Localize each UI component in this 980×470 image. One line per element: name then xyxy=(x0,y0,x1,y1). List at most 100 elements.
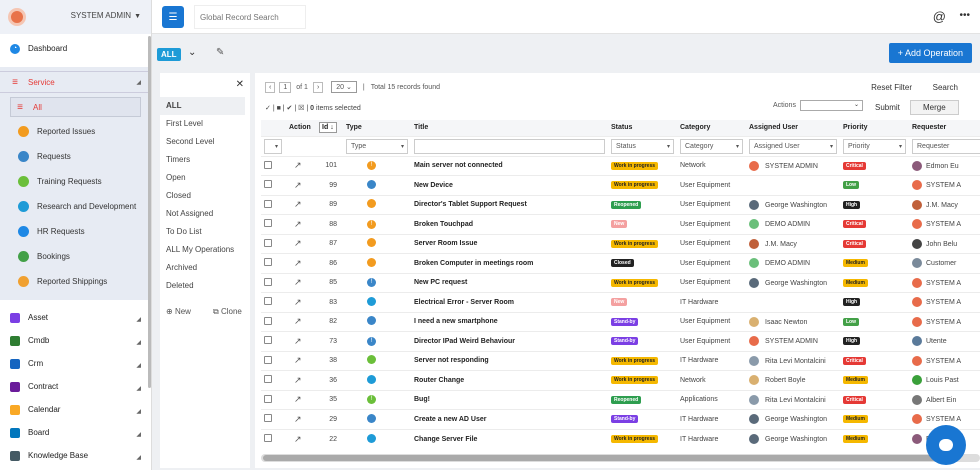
filter-item[interactable]: To Do List xyxy=(160,223,250,241)
filter-item[interactable]: Archived xyxy=(160,259,250,277)
filter-item[interactable]: Closed xyxy=(160,187,250,205)
open-record-icon[interactable]: ↗ xyxy=(294,219,302,229)
table-row[interactable]: ↗ 22 Change Server File Work in progress… xyxy=(261,428,980,449)
clear-selection-icon[interactable]: ☒ xyxy=(298,105,304,112)
open-record-icon[interactable]: ↗ xyxy=(294,316,302,326)
prev-page-icon[interactable]: ‹ xyxy=(265,81,276,93)
requester-filter[interactable]: Requester xyxy=(912,138,980,154)
table-row[interactable]: ↗ 88 ! Broken Touchpad New User Equipmen… xyxy=(261,214,980,234)
record-title[interactable]: I need a new smartphone xyxy=(411,311,608,332)
filter-item[interactable]: Timers xyxy=(160,151,250,169)
table-row[interactable]: ↗ 86 Broken Computer in meetings room Cl… xyxy=(261,253,980,273)
sidebar-item-module[interactable]: Calendar ◢ xyxy=(0,398,151,421)
open-record-icon[interactable]: ↗ xyxy=(294,355,302,365)
sidebar-item-module[interactable]: Contract ◢ xyxy=(0,375,151,398)
record-title[interactable]: Server Room Issue xyxy=(411,233,608,254)
table-row[interactable]: ↗ 101 ! Main server not connected Work i… xyxy=(261,155,980,176)
view-tag-all[interactable]: ALL xyxy=(157,48,181,61)
open-record-icon[interactable]: ↗ xyxy=(294,277,302,287)
filter-item[interactable]: Open xyxy=(160,169,250,187)
sidebar-scrollbar[interactable] xyxy=(148,36,151,388)
row-checkbox[interactable] xyxy=(264,336,272,345)
category-header[interactable]: Category xyxy=(677,120,746,136)
open-record-icon[interactable]: ↗ xyxy=(294,336,302,346)
open-record-icon[interactable]: ↗ xyxy=(294,394,302,404)
row-checkbox[interactable] xyxy=(264,355,272,364)
sidebar-item-module[interactable]: Crm ◢ xyxy=(0,352,151,375)
open-record-icon[interactable]: ↗ xyxy=(294,258,302,268)
record-title[interactable]: New Device xyxy=(411,175,608,195)
global-search-input[interactable] xyxy=(194,5,306,29)
sidebar-item-service-sub[interactable]: Reported Shippings xyxy=(0,269,151,294)
menu-button[interactable]: ☰ xyxy=(162,6,184,28)
table-row[interactable]: ↗ 29 Create a new AD User Stand-by IT Ha… xyxy=(261,409,980,429)
check-icon[interactable]: ✔ xyxy=(287,105,293,112)
record-title[interactable]: Main server not connected xyxy=(411,155,608,176)
table-row[interactable]: ↗ 83 Electrical Error - Server Room New … xyxy=(261,292,980,312)
row-checkbox[interactable] xyxy=(264,297,272,306)
table-row[interactable]: ↗ 36 Router Change Work in progress Netw… xyxy=(261,370,980,390)
search-button[interactable]: Search xyxy=(933,83,958,92)
priority-header[interactable]: Priority xyxy=(840,120,909,136)
table-row[interactable]: ↗ 89 Director's Tablet Support Request R… xyxy=(261,194,980,215)
scrollbar-thumb[interactable] xyxy=(263,455,953,461)
row-checkbox[interactable] xyxy=(264,434,272,442)
record-title[interactable]: Change Server File xyxy=(411,428,608,449)
open-record-icon[interactable]: ↗ xyxy=(294,414,302,424)
chat-button[interactable] xyxy=(926,425,966,465)
filter-item[interactable]: ALL My Operations xyxy=(160,241,250,259)
record-title[interactable]: Director's Tablet Support Request xyxy=(411,194,608,215)
table-row[interactable]: ↗ 35 ! Bug! Reopened Applications Rita L… xyxy=(261,389,980,410)
type-filter[interactable]: Type xyxy=(346,138,408,154)
record-title[interactable]: Server not responding xyxy=(411,350,608,371)
action-header[interactable]: Action xyxy=(286,120,316,136)
sidebar-item-module[interactable]: Cmdb ◢ xyxy=(0,329,151,352)
row-checkbox[interactable] xyxy=(264,414,272,423)
close-icon[interactable]: ✕ xyxy=(236,79,244,90)
row-checkbox[interactable] xyxy=(264,238,272,247)
row-checkbox[interactable] xyxy=(264,277,272,286)
open-record-icon[interactable]: ↗ xyxy=(294,297,302,307)
horizontal-scrollbar[interactable] xyxy=(261,454,980,462)
sidebar-item-service-sub[interactable]: Reported Issues xyxy=(0,119,151,144)
new-filter-button[interactable]: ⊕ New xyxy=(166,307,191,316)
next-page-icon[interactable]: › xyxy=(312,81,324,93)
row-checkbox[interactable] xyxy=(264,258,272,267)
record-title[interactable]: Create a new AD User xyxy=(411,409,608,429)
title-filter-input[interactable] xyxy=(414,138,605,154)
select-icon[interactable]: ✓ xyxy=(265,105,271,112)
page-input[interactable]: 1 xyxy=(279,81,292,93)
table-row[interactable]: ↗ 85 ! New PC request Work in progress U… xyxy=(261,272,980,293)
row-checkbox[interactable] xyxy=(264,219,272,228)
requester-header[interactable]: Requester xyxy=(909,120,980,136)
sidebar-item-service-sub[interactable]: Research and Development xyxy=(0,194,151,219)
stop-icon[interactable]: ■ xyxy=(277,105,281,112)
sidebar-item-service-sub[interactable]: Training Requests xyxy=(0,169,151,194)
category-filter[interactable]: Category xyxy=(680,138,743,154)
open-record-icon[interactable]: ↗ xyxy=(294,180,302,190)
table-row[interactable]: ↗ 99 New Device Work in progress User Eq… xyxy=(261,175,980,195)
table-row[interactable]: ↗ 87 Server Room Issue Work in progress … xyxy=(261,233,980,254)
row-checkbox[interactable] xyxy=(264,180,272,189)
merge-button[interactable]: Merge xyxy=(910,100,959,115)
id-header[interactable]: Id ↓ xyxy=(316,120,343,136)
record-title[interactable]: Router Change xyxy=(411,370,608,390)
filter-item[interactable]: First Level xyxy=(160,115,250,133)
mention-icon[interactable]: @ xyxy=(933,9,946,24)
record-title[interactable]: Electrical Error - Server Room xyxy=(411,292,608,312)
sidebar-item-service[interactable]: ≡ Service ◢ xyxy=(0,71,151,93)
reset-filter-button[interactable]: Reset Filter xyxy=(871,83,912,92)
sidebar-item-service-sub[interactable]: HR Requests xyxy=(0,219,151,244)
record-title[interactable]: Broken Computer in meetings room xyxy=(411,253,608,273)
row-checkbox[interactable] xyxy=(264,394,272,403)
sidebar-item-module[interactable]: Knowledge Base ◢ xyxy=(0,444,151,467)
add-operation-button[interactable]: + Add Operation xyxy=(888,43,972,63)
open-record-icon[interactable]: ↗ xyxy=(294,434,302,444)
page-size-select[interactable]: 20 ⌄ xyxy=(331,81,357,93)
record-title[interactable]: Broken Touchpad xyxy=(411,214,608,234)
row-checkbox[interactable] xyxy=(264,375,272,384)
record-title[interactable]: New PC request xyxy=(411,272,608,293)
type-header[interactable]: Type xyxy=(343,120,411,136)
row-checkbox[interactable] xyxy=(264,199,272,208)
record-title[interactable]: Bug! xyxy=(411,389,608,410)
